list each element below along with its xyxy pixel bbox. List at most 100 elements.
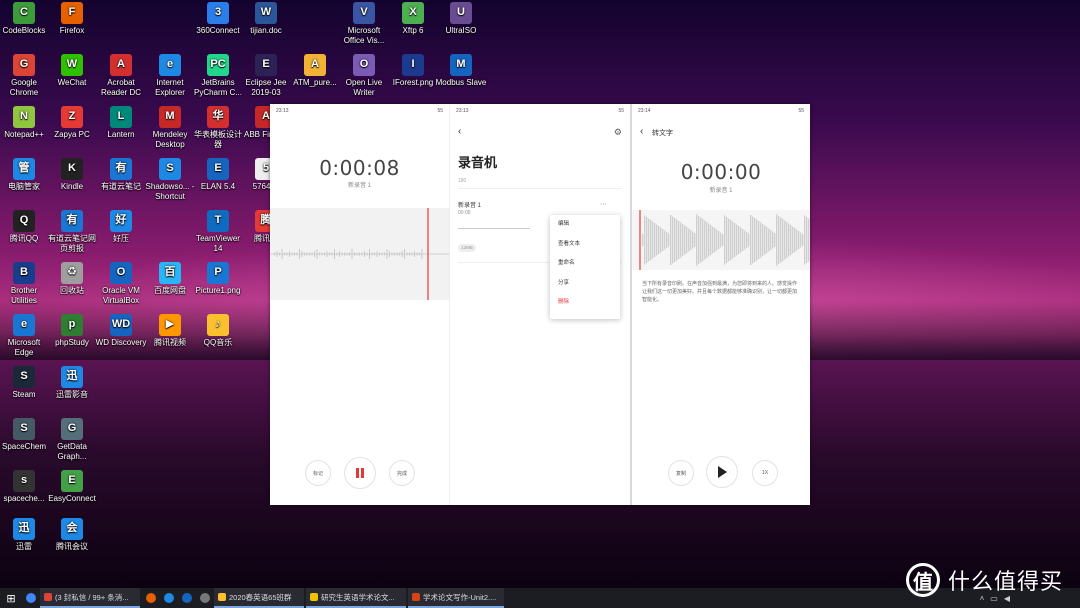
playback-track[interactable]: [458, 228, 530, 229]
taskbar-task[interactable]: 研究生英语学术论文...: [306, 588, 406, 608]
desktop-icon[interactable]: 3 360Connect: [192, 2, 244, 36]
desktop-icon[interactable]: WD WD Discovery: [95, 314, 147, 348]
desktop-icon-label: 好压: [113, 234, 129, 243]
desktop-icon[interactable]: S SpaceChem: [0, 418, 50, 452]
waveform-bar: [394, 252, 395, 256]
desktop-icon-label: QQ音乐: [203, 338, 233, 347]
desktop-icon[interactable]: s spaceche...: [0, 470, 50, 504]
waveform-bar: [386, 249, 388, 259]
taskbar-task[interactable]: 学术论文写作-Unit2....: [408, 588, 504, 608]
desktop-icon[interactable]: X Xftp 6: [387, 2, 439, 36]
desktop-icon[interactable]: 华华表模板设计器: [192, 106, 244, 149]
desktop-icon[interactable]: Q 腾讯QQ: [0, 210, 50, 244]
desktop-icon[interactable]: L Lantern: [95, 106, 147, 140]
desktop-icon[interactable]: 有有道云笔记: [95, 158, 147, 192]
desktop-icon[interactable]: V Microsoft Office Vis...: [338, 2, 390, 45]
desktop-icon[interactable]: O Oracle VM VirtualBox: [95, 262, 147, 305]
app-icon: Z: [61, 106, 83, 128]
play-button[interactable]: [706, 456, 738, 488]
desktop-icon[interactable]: G Google Chrome: [0, 54, 50, 97]
desktop-icon[interactable]: A Acrobat Reader DC: [95, 54, 147, 97]
desktop-icon[interactable]: 会腾讯会议: [46, 518, 98, 552]
desktop-icon[interactable]: e Microsoft Edge: [0, 314, 50, 357]
desktop-icon[interactable]: ▶ 腾讯视频: [144, 314, 196, 348]
desktop-icon[interactable]: C CodeBlocks: [0, 2, 50, 36]
desktop-icon[interactable]: S Shadowso... - Shortcut: [144, 158, 196, 201]
more-icon[interactable]: ⋯: [600, 200, 607, 208]
desktop-icon[interactable]: ♻ 回收站: [46, 262, 98, 296]
taskbar-task[interactable]: 2020春英语65班群: [214, 588, 304, 608]
mark-button[interactable]: 标记: [305, 460, 331, 486]
done-button[interactable]: 完成: [389, 460, 415, 486]
waveform-bar: [286, 252, 288, 256]
waveform-bar: [376, 251, 378, 257]
desktop-icon[interactable]: 好好压: [95, 210, 147, 244]
desktop-icon[interactable]: T TeamViewer 14: [192, 210, 244, 253]
desktop-icon[interactable]: 百百度网盘: [144, 262, 196, 296]
taskbar-pinned-icon[interactable]: [142, 588, 160, 608]
waveform-bar: [796, 229, 798, 251]
copy-button[interactable]: 复制: [668, 460, 694, 486]
desktop-icon[interactable]: A ATM_pure...: [289, 54, 341, 88]
taskbar-pinned-icon[interactable]: [22, 588, 40, 608]
desktop-icon[interactable]: P Picture1.png: [192, 262, 244, 296]
menu-item-rename[interactable]: 重命名: [550, 254, 620, 274]
taskbar-task[interactable]: (3 封私信 / 99+ 条消...: [40, 588, 140, 608]
desktop-icon[interactable]: M Modbus Slave: [435, 54, 487, 88]
desktop-icon[interactable]: E ELAN 5.4: [192, 158, 244, 192]
menu-item-edit[interactable]: 编辑: [550, 215, 620, 235]
windows-start-icon[interactable]: ⊞: [0, 588, 22, 608]
taskbar-pinned-icon[interactable]: [196, 588, 214, 608]
desktop-icon[interactable]: 迅迅雷: [0, 518, 50, 552]
menu-item-share[interactable]: 分享: [550, 274, 620, 294]
waveform-bar: [296, 252, 298, 256]
desktop-icon[interactable]: PC JetBrains PyCharm C...: [192, 54, 244, 97]
desktop-icon[interactable]: I IForest.png: [387, 54, 439, 88]
waveform-bar: [334, 249, 335, 259]
transcription-panel: 23:14 55 ‹ 转文字 0:00:00 新录音 1 当下所有录音印刷。在声…: [630, 104, 810, 505]
taskbar-pinned-icon[interactable]: [160, 588, 178, 608]
waveform-bar: [299, 249, 300, 259]
desktop-icon[interactable]: W WeChat: [46, 54, 98, 88]
status-time: 23:14: [638, 108, 651, 114]
speed-button[interactable]: 1X: [752, 460, 778, 486]
desktop-icon[interactable]: S Steam: [0, 366, 50, 400]
desktop-icon-label: 腾讯视频: [154, 338, 186, 347]
back-icon[interactable]: ‹: [458, 126, 461, 137]
recording-item-name[interactable]: 新录音 1: [458, 200, 481, 209]
desktop-icon[interactable]: Wtijian.doc: [240, 2, 292, 36]
task-label: 研究生英语学术论文...: [321, 592, 395, 602]
desktop-icon[interactable]: e Internet Explorer: [144, 54, 196, 97]
desktop-icon[interactable]: 迅迅雷影音: [46, 366, 98, 400]
app-icon: P: [207, 262, 229, 284]
pause-button[interactable]: [344, 457, 376, 489]
back-icon[interactable]: ‹: [640, 126, 643, 137]
desktop-icon[interactable]: O Open Live Writer: [338, 54, 390, 97]
desktop-icon[interactable]: K Kindle: [46, 158, 98, 192]
waveform-bar: [728, 218, 730, 262]
desktop-icon[interactable]: B Brother Utilities: [0, 262, 50, 305]
desktop-icon[interactable]: E EasyConnect: [46, 470, 98, 504]
waveform-bar: [730, 220, 732, 260]
size-tag: 12MB: [458, 244, 476, 252]
waveform-bar: [279, 252, 280, 256]
desktop-icon[interactable]: 有有道云笔记网页剪报: [46, 210, 98, 253]
menu-item-view-text[interactable]: 查看文本: [550, 235, 620, 255]
desktop-icon-label: SpaceChem: [1, 442, 47, 451]
desktop-icon[interactable]: Z Zapya PC: [46, 106, 98, 140]
desktop-icon[interactable]: p phpStudy: [46, 314, 98, 348]
desktop-icon[interactable]: E Eclipse Jee 2019-03: [240, 54, 292, 97]
desktop-icon[interactable]: N Notepad++: [0, 106, 50, 140]
desktop-icon[interactable]: ♪ QQ音乐: [192, 314, 244, 348]
waveform-bar: [698, 216, 700, 264]
settings-icon[interactable]: ⚙: [614, 127, 622, 138]
desktop-icon[interactable]: M Mendeley Desktop: [144, 106, 196, 149]
taskbar-pinned-icon[interactable]: [178, 588, 196, 608]
desktop-icon[interactable]: F Firefox: [46, 2, 98, 36]
desktop-icon[interactable]: U UltraISO: [435, 2, 487, 36]
menu-item-delete[interactable]: 删除: [550, 293, 620, 313]
desktop-icon[interactable]: 管电脑管家: [0, 158, 50, 192]
app-icon: U: [450, 2, 472, 24]
desktop-icon[interactable]: G GetData Graph...: [46, 418, 98, 461]
desktop-icon-label: IForest.png: [392, 78, 434, 87]
